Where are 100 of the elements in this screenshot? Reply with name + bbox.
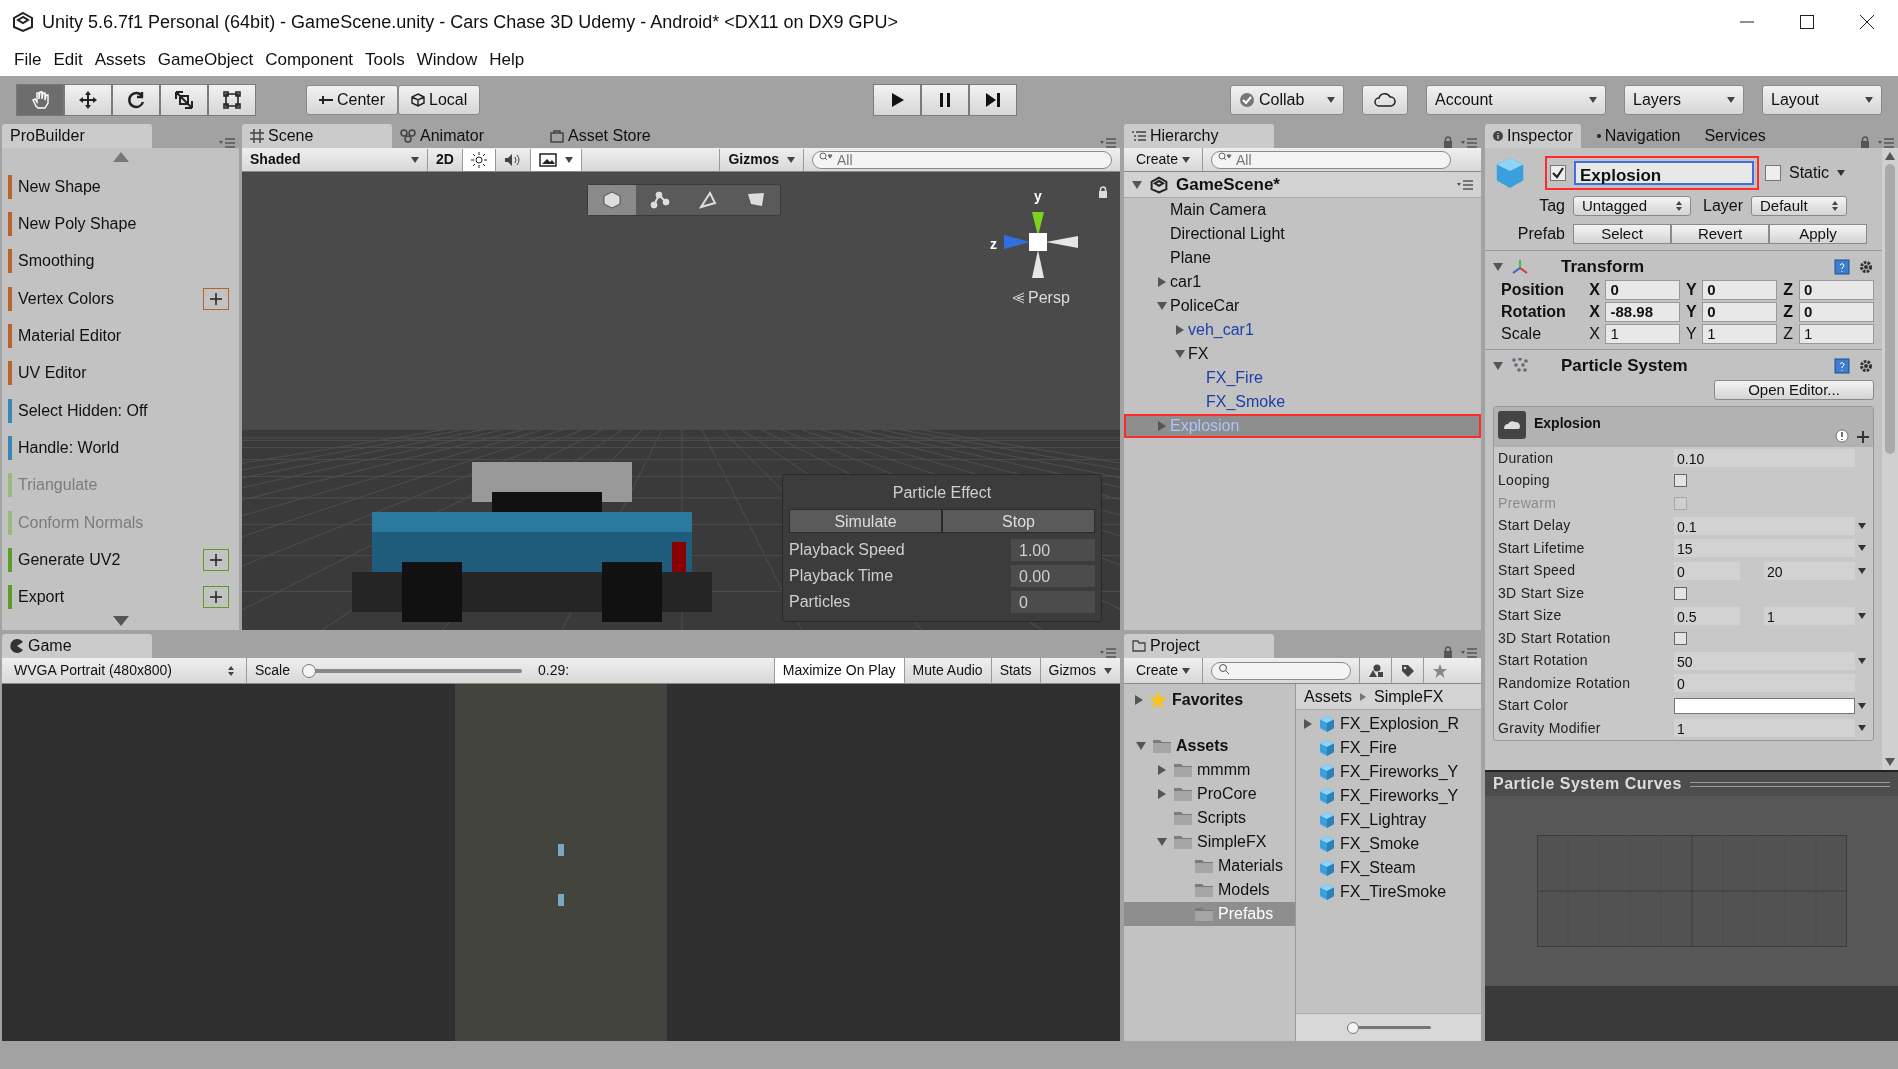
value-field[interactable]: 1.00 <box>1011 539 1095 561</box>
panel-menu-icon[interactable] <box>1461 138 1477 148</box>
slider-thumb[interactable] <box>302 663 317 678</box>
layer-dropdown[interactable]: Default <box>1751 196 1848 216</box>
max-value-field[interactable]: 1 <box>1764 606 1855 625</box>
account-dropdown[interactable]: Account <box>1426 85 1606 115</box>
menu-item[interactable]: Assets <box>88 47 152 73</box>
probuilder-action[interactable]: Export <box>18 585 65 610</box>
value-field[interactable]: 0 <box>1011 591 1095 613</box>
prefab-button[interactable]: Revert <box>1671 224 1769 244</box>
options-button[interactable] <box>203 287 229 310</box>
expanded-arrow-icon[interactable] <box>1175 349 1185 359</box>
panel-tab[interactable]: Scene <box>242 124 392 148</box>
move-tool-button[interactable] <box>64 84 112 116</box>
static-checkbox[interactable] <box>1765 165 1781 181</box>
min-value-field[interactable]: 0.5 <box>1674 606 1740 625</box>
projection-label[interactable]: Persp <box>1028 286 1070 310</box>
pause-button[interactable] <box>921 84 969 116</box>
create-dropdown[interactable]: Create <box>1124 658 1204 683</box>
toggle-button[interactable]: Mute Audio <box>903 658 991 683</box>
scale-tool-button[interactable] <box>160 84 208 116</box>
maximize-icon[interactable] <box>1800 15 1814 29</box>
game-object-name[interactable]: car1 <box>1170 270 1202 294</box>
2d-toggle[interactable]: 2D <box>428 148 463 171</box>
panel-tab[interactable]: Inspector <box>1485 124 1581 148</box>
asset-name[interactable]: FX_Explosion_R <box>1340 712 1460 736</box>
panel-menu-icon[interactable] <box>1457 179 1473 190</box>
menu-item[interactable]: Component <box>259 47 360 73</box>
folder-name[interactable]: Materials <box>1218 854 1283 878</box>
number-field[interactable]: 1 <box>1702 324 1778 344</box>
asset-name[interactable]: FX_Steam <box>1340 856 1416 880</box>
search-field[interactable]: All <box>812 151 1112 169</box>
options-button[interactable] <box>203 549 229 572</box>
asset-row[interactable]: FX_Fireworks_Y <box>1296 784 1481 808</box>
play-button[interactable] <box>873 84 921 116</box>
resolution-dropdown[interactable]: WVGA Portrait (480x800) <box>2 658 247 683</box>
checkbox[interactable] <box>1674 474 1687 488</box>
asset-name[interactable]: FX_Fireworks_Y <box>1340 760 1459 784</box>
menu-item[interactable]: File <box>8 47 48 73</box>
folder-name[interactable]: Scripts <box>1197 806 1246 830</box>
hierarchy-row[interactable]: car1 <box>1124 270 1481 294</box>
folder-row[interactable]: Assets <box>1124 734 1295 758</box>
menu-item[interactable]: Edit <box>47 47 89 73</box>
expanded-arrow-icon[interactable] <box>1493 361 1503 371</box>
settings-icon[interactable] <box>1858 358 1874 374</box>
probuilder-action[interactable]: New Shape <box>18 174 101 199</box>
folder-row[interactable]: ProCore <box>1124 782 1295 806</box>
asset-row[interactable]: FX_Smoke <box>1296 832 1481 856</box>
menu-item[interactable]: GameObject <box>151 47 260 73</box>
options-button[interactable] <box>203 586 229 609</box>
panel-tab[interactable]: Animator <box>392 124 542 148</box>
search-field[interactable]: All <box>1211 151 1452 169</box>
collapsed-arrow-icon[interactable] <box>1157 421 1167 431</box>
rect-tool-button[interactable] <box>208 84 256 116</box>
toggle-button[interactable]: Maximize On Play <box>773 658 904 683</box>
value-field[interactable]: 15 <box>1674 539 1855 558</box>
rotate-tool-button[interactable] <box>112 84 160 116</box>
prefab-button[interactable]: Apply <box>1769 224 1867 244</box>
expanded-arrow-icon[interactable] <box>1132 179 1142 190</box>
asset-row[interactable]: FX_Fire <box>1296 736 1481 760</box>
menu-item[interactable]: Tools <box>359 47 411 73</box>
info-badge-icon[interactable] <box>1835 429 1849 443</box>
panel-menu-icon[interactable] <box>1100 648 1116 658</box>
game-object-name[interactable]: FX <box>1188 342 1209 366</box>
hand-tool-button[interactable] <box>16 84 64 116</box>
value-field[interactable]: 0 <box>1674 674 1855 693</box>
probuilder-action[interactable]: Handle: World <box>18 436 120 461</box>
probuilder-action[interactable]: Smoothing <box>18 249 95 274</box>
settings-icon[interactable] <box>1858 259 1874 275</box>
toggle-button[interactable]: Gizmos <box>1039 658 1120 683</box>
create-dropdown[interactable]: Create <box>1124 148 1204 171</box>
folder-name[interactable]: SimpleFX <box>1197 830 1267 854</box>
hierarchy-row[interactable]: Plane <box>1124 246 1481 270</box>
cloud-button[interactable] <box>1362 85 1408 115</box>
scroll-up-icon[interactable] <box>1885 152 1895 160</box>
expanded-arrow-icon[interactable] <box>1157 837 1167 847</box>
asset-name[interactable]: FX_TireSmoke <box>1340 880 1447 904</box>
space-button[interactable]: Local <box>398 85 481 115</box>
help-book-icon[interactable] <box>1834 259 1850 275</box>
layers-dropdown[interactable]: Layers <box>1624 85 1744 115</box>
panel-menu-icon[interactable] <box>1100 138 1116 148</box>
plus-icon[interactable] <box>1857 431 1869 443</box>
probuilder-action[interactable]: Vertex Colors <box>18 286 115 311</box>
collapsed-arrow-icon[interactable] <box>1157 277 1167 287</box>
folder-row[interactable]: Models <box>1124 878 1295 902</box>
panel-tab[interactable]: Services <box>1696 124 1774 148</box>
folder-row[interactable]: Scripts <box>1124 806 1295 830</box>
open-editor-button[interactable]: Open Editor... <box>1714 380 1874 400</box>
favorites-label[interactable]: Favorites <box>1172 688 1244 712</box>
value-field[interactable]: 1 <box>1674 719 1855 738</box>
probuilder-action[interactable]: Select Hidden: Off <box>18 398 148 423</box>
collab-button[interactable]: Collab <box>1230 85 1344 115</box>
asset-name[interactable]: FX_Fireworks_Y <box>1340 784 1459 808</box>
breadcrumb-item[interactable]: SimpleFX <box>1374 684 1444 709</box>
number-field[interactable]: -88.98 <box>1605 302 1681 322</box>
effects-dropdown[interactable] <box>530 148 582 171</box>
icon-size-slider[interactable] <box>1346 1021 1431 1034</box>
game-object-name[interactable]: Plane <box>1170 246 1211 270</box>
number-field[interactable]: 0 <box>1799 280 1874 300</box>
number-field[interactable]: 0 <box>1799 302 1874 322</box>
